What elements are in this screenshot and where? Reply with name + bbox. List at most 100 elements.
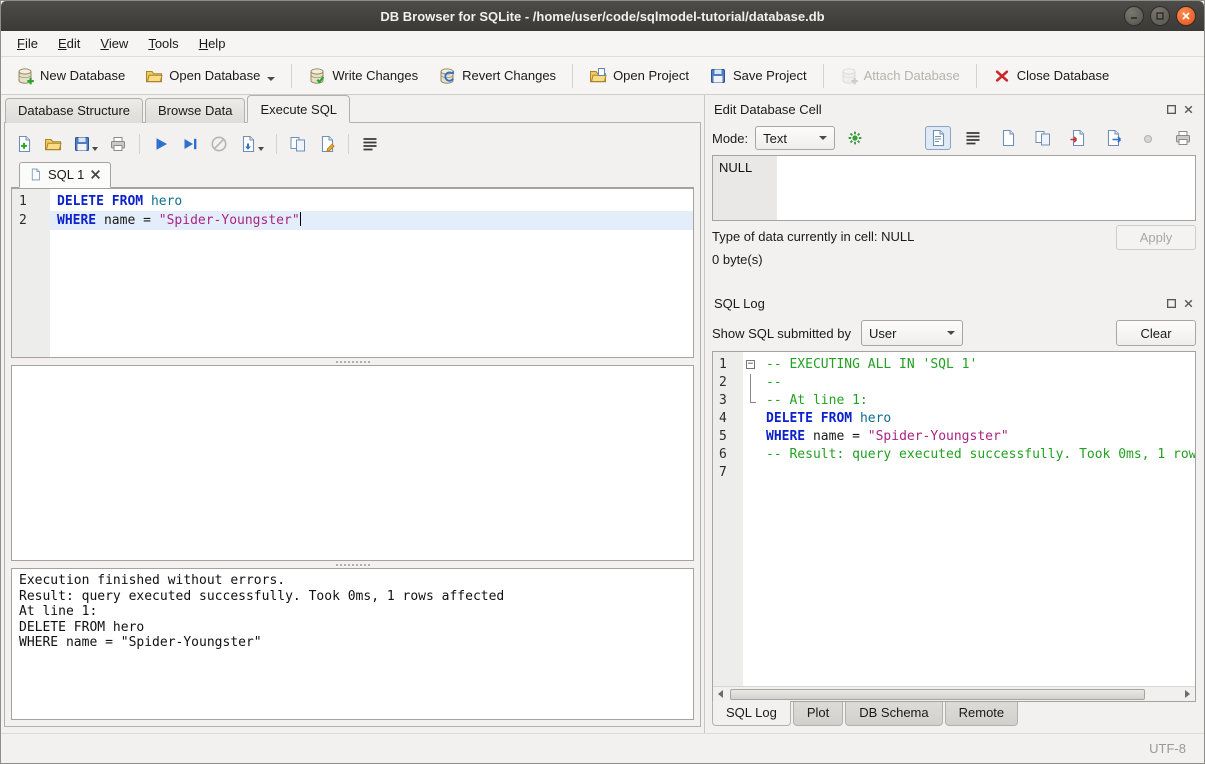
messages-pane[interactable]: Execution finished without errors. Resul…: [11, 568, 694, 720]
save-project-button[interactable]: Save Project: [700, 62, 816, 90]
code-text: DELETE FROM hero: [759, 410, 1195, 428]
menu-tools[interactable]: Tools: [138, 32, 188, 55]
line-number: 6: [713, 446, 743, 464]
open-project-button[interactable]: Open Project: [580, 62, 698, 90]
close-window-icon[interactable]: [1176, 6, 1196, 26]
code-text: -- At line 1:: [759, 392, 1195, 410]
print-cell-button[interactable]: [1170, 126, 1196, 150]
minimize-icon[interactable]: [1124, 6, 1144, 26]
sql-tabbar: SQL 1: [11, 159, 694, 188]
results-grid[interactable]: [11, 365, 694, 561]
toolbar-separator: [139, 134, 140, 154]
save-sql-file-icon: [73, 135, 91, 153]
open-sql-file-button[interactable]: [42, 133, 64, 155]
clear-log-button[interactable]: Clear: [1116, 320, 1196, 346]
splitter-handle[interactable]: [11, 358, 694, 365]
maximize-icon[interactable]: [1150, 6, 1170, 26]
set-null-icon: [1139, 129, 1157, 147]
filter-label: Show SQL submitted by: [712, 326, 851, 341]
new-database-icon: [16, 67, 34, 85]
code-line: 4DELETE FROM hero: [713, 410, 1195, 428]
open-cell-data-button[interactable]: [995, 126, 1021, 150]
float-dock-icon[interactable]: [1166, 104, 1177, 115]
word-wrap-button[interactable]: [359, 133, 381, 155]
scroll-left-icon[interactable]: [713, 687, 728, 701]
sql-tab-1[interactable]: SQL 1: [19, 162, 111, 188]
menu-view[interactable]: View: [90, 32, 138, 55]
mode-combobox[interactable]: Text: [755, 126, 835, 150]
find-replace-icon: [289, 135, 307, 153]
execute-all-button[interactable]: [150, 133, 172, 155]
save-results-dropdown-icon[interactable]: [258, 147, 264, 151]
tab-sql-log[interactable]: SQL Log: [712, 701, 791, 726]
open-database-button[interactable]: Open Database: [136, 62, 284, 90]
splitter-handle[interactable]: [11, 561, 694, 568]
stop-icon: [210, 135, 228, 153]
sql-tab-close-icon[interactable]: [90, 169, 101, 180]
find-replace-button[interactable]: [287, 133, 309, 155]
horizontal-scrollbar[interactable]: [713, 686, 1195, 701]
revert-changes-button[interactable]: Revert Changes: [429, 62, 565, 90]
auto-format-icon: [318, 135, 336, 153]
menu-help[interactable]: Help: [189, 32, 236, 55]
export-cell-data-button[interactable]: [1100, 126, 1126, 150]
sql-editor[interactable]: 1DELETE FROM hero2WHERE name = "Spider-Y…: [11, 188, 694, 358]
open-database-dropdown-icon[interactable]: [267, 77, 275, 81]
save-sql-dropdown-icon[interactable]: [92, 147, 98, 151]
float-dock-icon[interactable]: [1166, 298, 1177, 309]
main-area: Database Structure Browse Data Execute S…: [1, 95, 1204, 733]
execute-sql-page: SQL 1 1DELETE FROM hero2WHERE name = "Sp…: [4, 122, 701, 727]
attach-database-button: Attach Database: [831, 62, 969, 90]
new-database-button[interactable]: New Database: [7, 62, 134, 90]
toolbar-separator: [823, 64, 824, 88]
auto-apply-button[interactable]: [842, 126, 868, 150]
close-dock-icon[interactable]: [1183, 104, 1194, 115]
import-cell-data-button[interactable]: [1065, 126, 1091, 150]
edit-cell-dock-title: Edit Database Cell: [712, 97, 1196, 121]
save-sql-file-button[interactable]: [71, 133, 100, 155]
copy-cell-data-button[interactable]: [1030, 126, 1056, 150]
fold-marker-icon[interactable]: [743, 356, 759, 374]
word-wrap-cell-button[interactable]: [960, 126, 986, 150]
print-icon: [1174, 129, 1192, 147]
cell-size-info: 0 byte(s): [712, 252, 1196, 267]
tab-plot[interactable]: Plot: [793, 701, 843, 726]
cell-value-editor[interactable]: NULL: [712, 155, 1196, 221]
code-line: 3-- At line 1:: [713, 392, 1195, 410]
open-database-icon: [145, 67, 163, 85]
new-sql-tab-button[interactable]: [13, 133, 35, 155]
tab-browse-data[interactable]: Browse Data: [145, 98, 245, 123]
close-dock-icon[interactable]: [1183, 298, 1194, 309]
main-toolbar: New Database Open Database Write Changes…: [1, 57, 1204, 95]
encoding-indicator[interactable]: UTF-8: [1149, 741, 1186, 756]
execute-all-icon: [152, 135, 170, 153]
apply-button: Apply: [1116, 225, 1196, 250]
chevron-down-icon: [947, 331, 955, 335]
sql-log-view[interactable]: 1-- EXECUTING ALL IN 'SQL 1'2--3-- At li…: [712, 351, 1196, 702]
code-line: 1DELETE FROM hero: [12, 192, 693, 211]
submitted-by-combobox[interactable]: User: [861, 320, 963, 346]
print-sql-button[interactable]: [107, 133, 129, 155]
menu-edit[interactable]: Edit: [48, 32, 90, 55]
code-text: --: [759, 374, 1195, 392]
tab-db-schema[interactable]: DB Schema: [845, 701, 942, 726]
save-results-button[interactable]: [237, 133, 266, 155]
chevron-down-icon: [819, 136, 827, 140]
menu-file[interactable]: File: [7, 32, 48, 55]
write-changes-button[interactable]: Write Changes: [299, 62, 427, 90]
execute-current-line-button[interactable]: [179, 133, 201, 155]
code-text: WHERE name = "Spider-Youngster": [759, 428, 1195, 446]
app-window: DB Browser for SQLite - /home/user/code/…: [0, 0, 1205, 764]
scroll-right-icon[interactable]: [1180, 687, 1195, 701]
scrollbar-thumb[interactable]: [730, 689, 1145, 700]
sql-log-dock-title: SQL Log: [712, 291, 1196, 315]
auto-format-button[interactable]: [316, 133, 338, 155]
edit-cell-title: Edit Database Cell: [712, 102, 1166, 117]
close-database-button[interactable]: Close Database: [984, 62, 1119, 90]
print-icon: [109, 135, 127, 153]
sql-log-title: SQL Log: [712, 296, 1166, 311]
tab-execute-sql[interactable]: Execute SQL: [247, 95, 350, 123]
tab-database-structure[interactable]: Database Structure: [5, 98, 143, 123]
text-mode-button[interactable]: [925, 126, 951, 150]
tab-remote[interactable]: Remote: [945, 701, 1019, 726]
